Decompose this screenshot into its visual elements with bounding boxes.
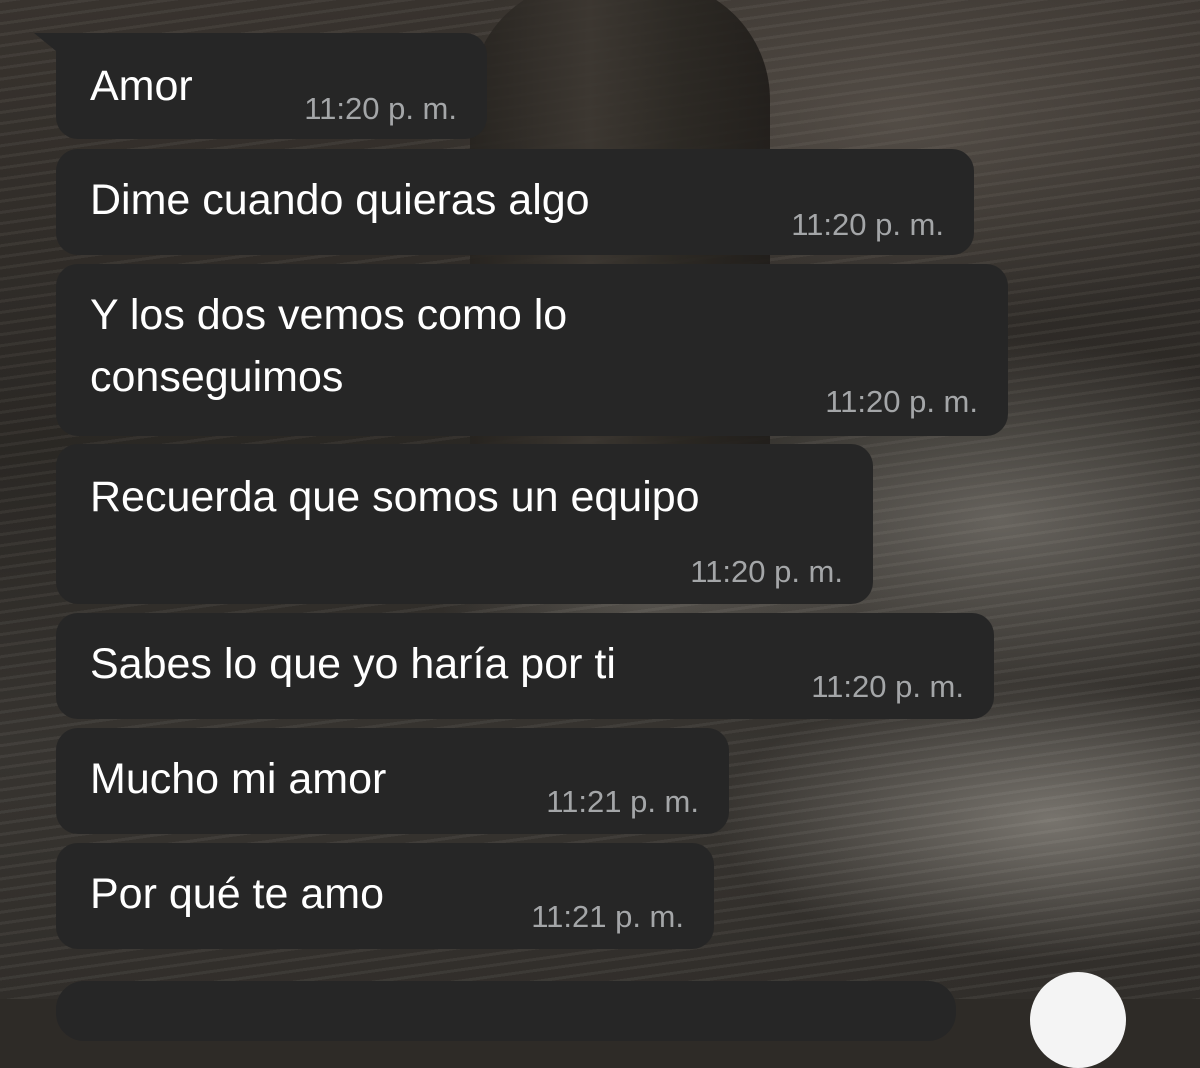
- message-text: Recuerda que somos un equipo: [90, 473, 700, 521]
- message-text: Por qué te amo: [90, 870, 385, 918]
- message-text: Amor: [90, 62, 193, 110]
- message-input-bar[interactable]: [56, 981, 956, 1041]
- message-time: 11:20 p. m.: [791, 207, 944, 242]
- message-bubble[interactable]: Por qué te amo 11:21 p. m.: [56, 843, 714, 949]
- message-text: Y los dos vemos como lo conseguimos: [90, 291, 568, 401]
- message-bubble[interactable]: Mucho mi amor 11:21 p. m.: [56, 728, 729, 834]
- message-bubble[interactable]: Amor 11:20 p. m.: [34, 33, 487, 139]
- message-text: Dime cuando quieras algo: [90, 176, 590, 224]
- message-bubble[interactable]: Sabes lo que yo haría por ti 11:20 p. m.: [56, 613, 994, 719]
- message-time: 11:20 p. m.: [304, 91, 457, 126]
- message-time: 11:21 p. m.: [531, 899, 684, 934]
- message-bubble[interactable]: Recuerda que somos un equipo 11:20 p. m.: [56, 444, 873, 604]
- message-time: 11:20 p. m.: [690, 554, 843, 589]
- message-bubble[interactable]: Y los dos vemos como lo conseguimos 11:2…: [56, 264, 1008, 436]
- message-text: Sabes lo que yo haría por ti: [90, 640, 616, 688]
- message-time: 11:21 p. m.: [546, 784, 699, 819]
- message-time: 11:20 p. m.: [811, 669, 964, 704]
- message-time: 11:20 p. m.: [825, 384, 978, 419]
- send-button[interactable]: [1030, 972, 1126, 1068]
- message-bubble[interactable]: Dime cuando quieras algo 11:20 p. m.: [56, 149, 974, 255]
- message-text: Mucho mi amor: [90, 755, 387, 803]
